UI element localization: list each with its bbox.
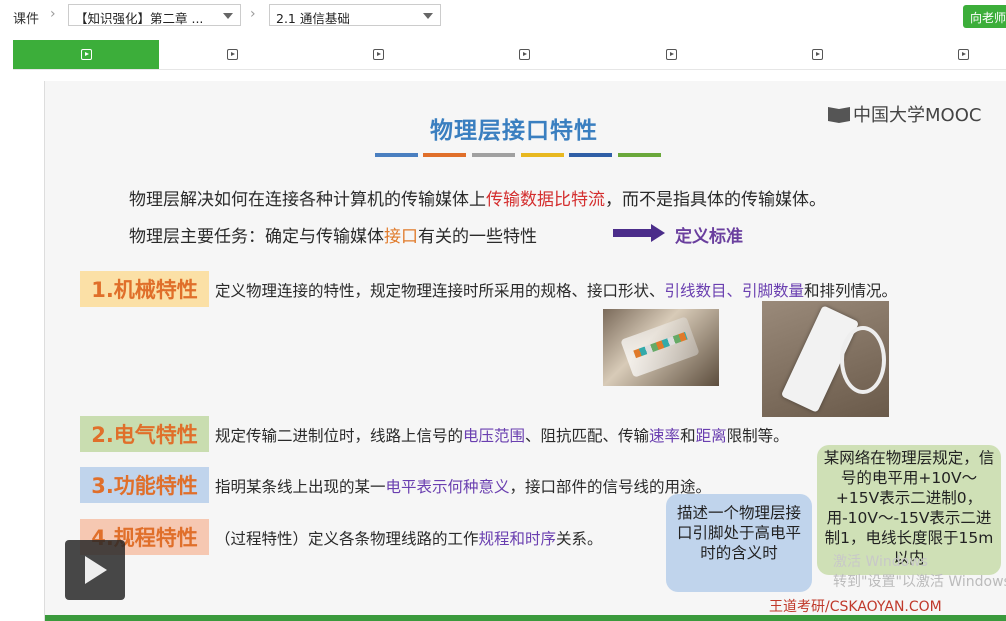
courseware-label: 课件	[13, 12, 40, 27]
description-highlight: 电压范围	[463, 427, 526, 445]
characteristic-badge: 3.功能特性	[80, 467, 209, 503]
power-strip-photo	[762, 301, 889, 417]
slide-title: 物理层接口特性	[430, 118, 598, 144]
slide-progress-strip	[45, 615, 1006, 621]
lesson-select[interactable]: 2.1 通信基础	[269, 4, 441, 26]
description-text: 限制等。	[726, 427, 789, 445]
description-text: 规定传输二进制位时，线路上信号的	[215, 427, 464, 445]
characteristic-description: 规定传输二进制位时，线路上信号的电压范围、阻抗匹配、传输速率和距离限制等。	[215, 424, 789, 446]
ask-teacher-button[interactable]: 向老师	[963, 5, 1006, 28]
description-highlight: 引线数目、引脚数量	[664, 282, 805, 300]
characteristic-badge: 1.机械特性	[80, 271, 209, 307]
tab-video-2[interactable]	[159, 40, 305, 69]
play-icon	[80, 49, 92, 60]
tab-video-5[interactable]	[598, 40, 744, 69]
play-icon	[226, 49, 238, 60]
intro-text: ，而不是指具体的传输媒体。	[605, 190, 826, 210]
description-text: 定义物理连接的特性，规定物理连接时所采用的规格、接口形状、	[215, 282, 665, 300]
define-standard-text: 定义标准	[675, 227, 743, 247]
tab-video-1[interactable]	[13, 40, 159, 69]
chevron-right-icon: ›	[250, 6, 256, 22]
arrow-right-icon	[613, 224, 665, 242]
chapter-select-value: 【知识强化】第二章 ...	[75, 11, 204, 26]
tab-video-3[interactable]	[305, 40, 451, 69]
play-icon	[957, 49, 969, 60]
chevron-right-icon: ›	[50, 6, 56, 22]
chapter-select[interactable]: 【知识强化】第二章 ...	[68, 4, 241, 26]
characteristic-description: 指明某条线上出现的某一电平表示何种意义，接口部件的信号线的用途。	[215, 475, 711, 497]
video-tab-bar	[13, 40, 1006, 70]
tab-video-7[interactable]	[890, 40, 1006, 69]
intro-text: 物理层解决如何在连接各种计算机的传输媒体上	[129, 190, 486, 210]
rj45-connector-photo	[603, 309, 719, 386]
characteristic-description: 定义物理连接的特性，规定物理连接时所采用的规格、接口形状、引线数目、引脚数量和排…	[215, 279, 897, 301]
mooc-logo: 中国大学MOOC	[828, 101, 981, 127]
windows-watermark-text: 转到"设置"以激活 Windows。	[833, 574, 1006, 590]
lesson-select-value: 2.1 通信基础	[276, 11, 350, 26]
description-text: （过程特性）定义各条物理线路的工作	[215, 530, 479, 548]
color-bar	[618, 153, 661, 157]
intro-text: 有关的一些特性	[418, 227, 537, 247]
characteristic-badge: 2.电气特性	[80, 416, 209, 452]
book-icon	[828, 105, 850, 123]
slide-credit: 王道考研/CSKAOYAN.COM	[769, 599, 942, 615]
intro-line-2: 物理层主要任务：确定与传输媒体接口有关的一些特性	[129, 222, 537, 247]
chevron-down-icon	[423, 13, 433, 19]
play-icon	[518, 49, 530, 60]
intro-highlight: 接口	[384, 227, 418, 247]
description-highlight: 电平表示何种意义	[385, 478, 510, 496]
description-text: 和排列情况。	[804, 282, 898, 300]
play-icon	[665, 49, 677, 60]
play-icon	[372, 49, 384, 60]
play-icon	[811, 49, 823, 60]
description-text: 关系。	[556, 530, 603, 548]
color-bar	[472, 153, 515, 157]
intro-line-1: 物理层解决如何在连接各种计算机的传输媒体上传输数据比特流，而不是指具体的传输媒体…	[129, 185, 826, 210]
color-bar	[569, 153, 612, 157]
callout-functional-example: 描述一个物理层接口引脚处于高电平时的含义时	[666, 494, 812, 592]
tab-video-4[interactable]	[451, 40, 597, 69]
play-button[interactable]	[65, 540, 125, 600]
description-text: 指明某条线上出现的某一	[215, 478, 386, 496]
windows-watermark-title: 激活 Windows	[833, 554, 928, 570]
video-slide[interactable]: 物理层接口特性 中国大学MOOC 物理层解决如何在连接各种计算机的传输媒体上传输…	[45, 81, 1006, 621]
chevron-down-icon	[223, 13, 233, 19]
color-bar	[423, 153, 466, 157]
description-highlight: 规程和时序	[478, 530, 557, 548]
top-toolbar: 课件 › 【知识强化】第二章 ... › 2.1 通信基础 向老师	[0, 0, 1006, 33]
intro-text: 物理层主要任务：确定与传输媒体	[129, 227, 384, 247]
logo-text: 中国大学MOOC	[853, 105, 982, 126]
characteristic-description: （过程特性）定义各条物理线路的工作规程和时序关系。	[215, 527, 603, 549]
description-text: 、阻抗匹配、传输	[525, 427, 650, 445]
description-highlight: 速率	[649, 427, 681, 445]
intro-highlight: 传输数据比特流	[486, 190, 605, 210]
color-bar	[375, 153, 418, 157]
color-bar	[521, 153, 564, 157]
description-highlight: 距离	[695, 427, 727, 445]
description-text: 和	[680, 427, 696, 445]
tab-video-6[interactable]	[744, 40, 890, 69]
